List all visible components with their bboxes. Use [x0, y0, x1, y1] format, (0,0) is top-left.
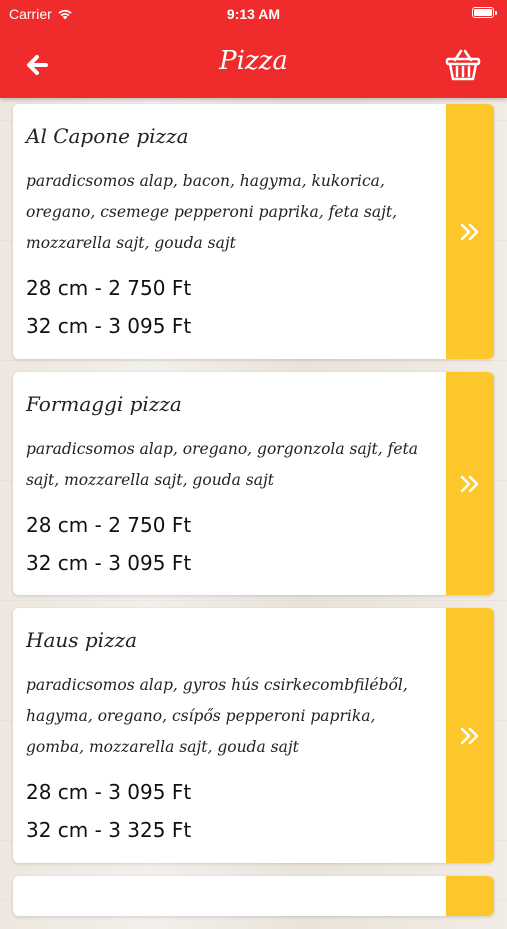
details-button[interactable] [446, 876, 494, 916]
pizza-name: Haus pizza [26, 628, 138, 652]
price-32cm: 32 cm - 3 095 Ft [26, 551, 192, 575]
double-chevron-right-icon [460, 727, 479, 744]
double-chevron-right-icon [460, 223, 479, 240]
pizza-card[interactable]: Formaggi pizza paradicsomos alap, oregan… [13, 372, 494, 595]
basket-icon[interactable] [445, 48, 481, 82]
details-button[interactable] [446, 608, 494, 863]
pizza-description: paradicsomos alap, oregano, gorgonzola s… [26, 440, 419, 489]
status-bar: Carrier 9:13 AM [0, 0, 507, 28]
price-28cm: 28 cm - 2 750 Ft [26, 276, 192, 300]
pizza-card[interactable]: Al Capone pizza paradicsomos alap, bacon… [13, 104, 494, 359]
price-32cm: 32 cm - 3 325 Ft [26, 818, 192, 842]
pizza-card[interactable] [13, 876, 494, 916]
nav-bar: Pizza [0, 28, 507, 98]
details-button[interactable] [446, 372, 494, 595]
page-title: Pizza [219, 46, 288, 76]
pizza-card-body: Haus pizza paradicsomos alap, gyros hús … [13, 608, 494, 857]
price-28cm: 28 cm - 2 750 Ft [26, 513, 192, 537]
pizza-name: Al Capone pizza [26, 124, 189, 148]
status-time: 9:13 AM [226, 6, 281, 22]
details-button[interactable] [446, 104, 494, 359]
pizza-list: Al Capone pizza paradicsomos alap, bacon… [13, 104, 494, 929]
battery-icon [472, 7, 497, 18]
pizza-description: paradicsomos alap, bacon, hagyma, kukori… [26, 172, 398, 252]
price-32cm: 32 cm - 3 095 Ft [26, 314, 192, 338]
pizza-description: paradicsomos alap, gyros hús csirkecombf… [26, 676, 408, 756]
price-28cm: 28 cm - 3 095 Ft [26, 780, 192, 804]
pizza-card-body: Formaggi pizza paradicsomos alap, oregan… [13, 372, 494, 590]
pizza-card-body: Al Capone pizza paradicsomos alap, bacon… [13, 104, 494, 353]
pizza-card[interactable]: Haus pizza paradicsomos alap, gyros hús … [13, 608, 494, 863]
pizza-name: Formaggi pizza [26, 392, 182, 416]
double-chevron-right-icon [460, 475, 479, 492]
